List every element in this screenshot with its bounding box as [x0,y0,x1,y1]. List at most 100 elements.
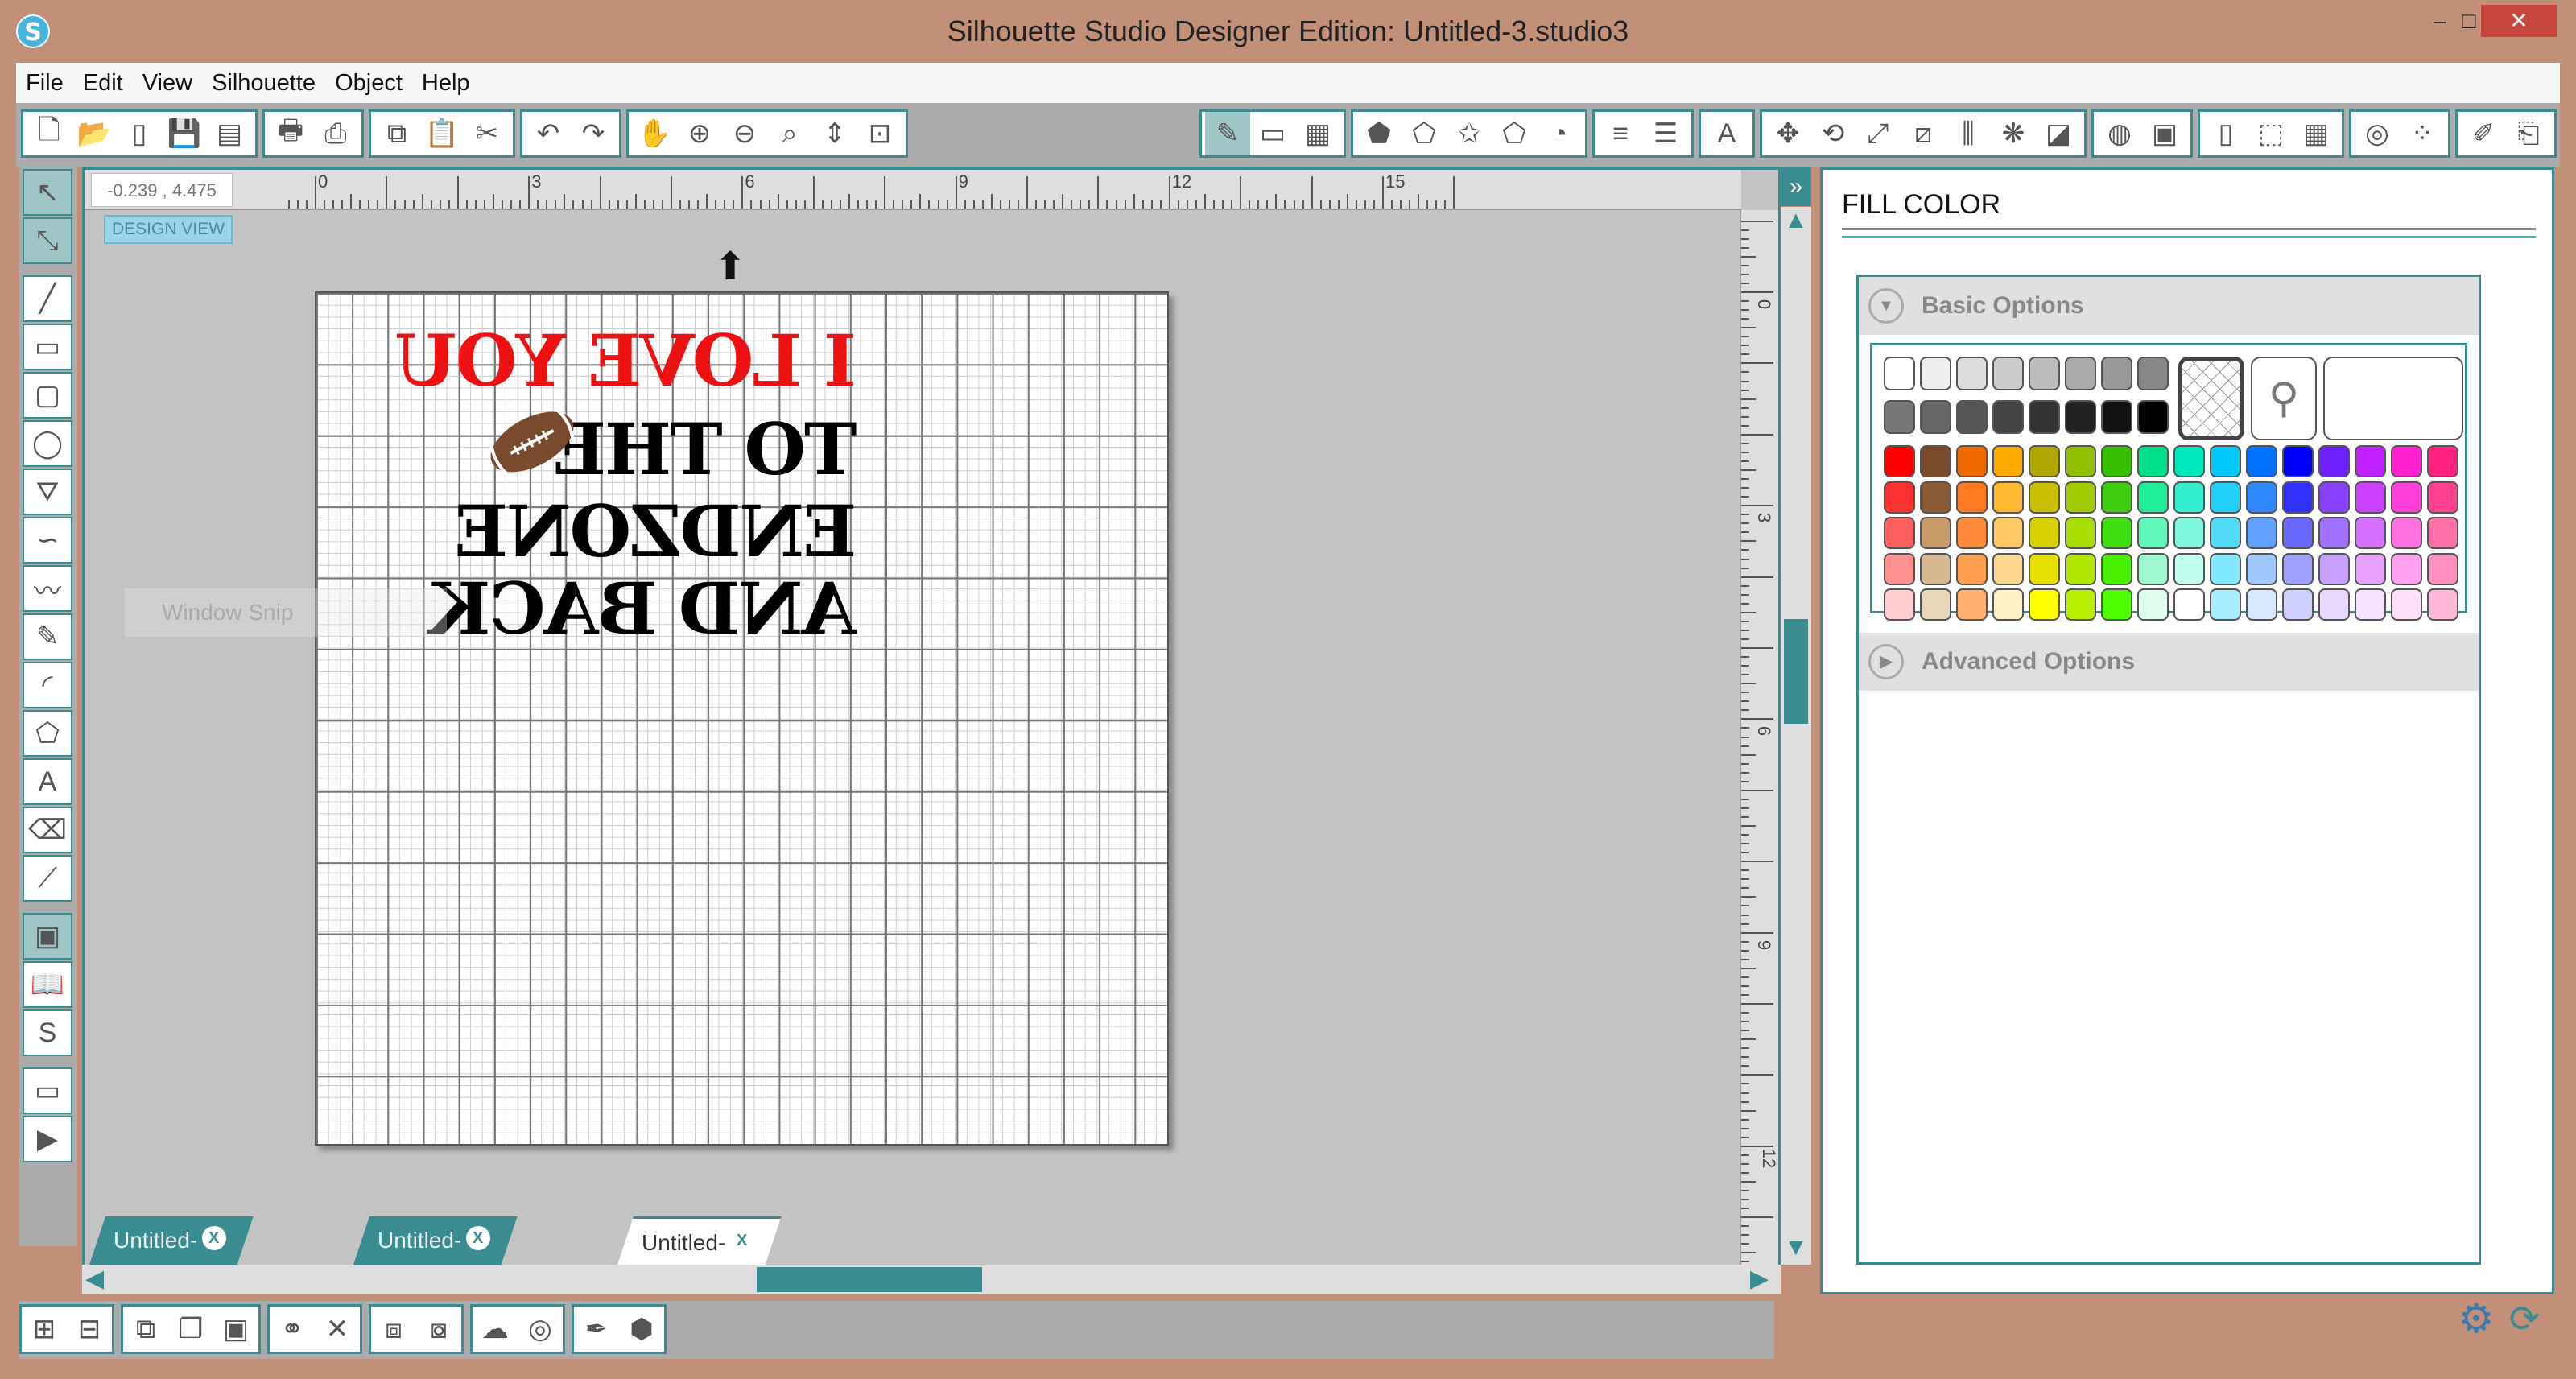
color-swatch[interactable] [2174,552,2205,585]
menu-file[interactable]: File [16,63,73,103]
grid-icon[interactable]: ▦ [2293,112,2339,155]
copy-icon[interactable]: ⧉ [374,112,419,155]
offset-icon[interactable]: ◍ [2097,112,2142,155]
zoom-in-icon[interactable]: ⊕ [677,112,722,155]
sketch-icon[interactable]: ◎ [2355,112,2400,155]
eyedropper-icon[interactable]: ⚲ [2251,357,2317,440]
color-swatch[interactable] [2174,445,2205,477]
color-swatch[interactable] [1992,552,2024,585]
gray-swatch[interactable] [2065,400,2096,434]
color-swatch[interactable] [2137,517,2169,549]
gray-swatch[interactable] [2065,357,2096,390]
color-swatch[interactable] [2355,445,2386,477]
design-text-line[interactable]: TO THE [554,407,857,491]
select-arrow-icon[interactable]: ↖ [23,169,72,216]
open-folder-icon[interactable]: 📂 [72,112,117,155]
color-swatch[interactable] [2391,588,2422,621]
basic-options-header[interactable]: ▼ Basic Options [1859,277,2479,335]
color-swatch[interactable] [1920,445,1951,477]
color-swatch[interactable] [1956,517,1988,549]
redo-icon[interactable]: ↷ [571,112,616,155]
color-swatch[interactable] [2318,552,2350,585]
color-swatch[interactable] [2355,481,2386,514]
color-swatch[interactable] [2246,517,2277,549]
save-icon[interactable]: 💾 [162,112,207,155]
delete-icon[interactable]: ✕ [315,1307,360,1351]
paste-icon[interactable]: 📋 [419,112,464,155]
send-to-cutter-icon[interactable]: ⎙ [313,112,358,155]
trace-icon[interactable]: ▣ [2142,112,2187,155]
registration-marks-icon[interactable]: ▦ [1295,112,1340,155]
color-swatch[interactable] [1956,588,1988,621]
sync-icon[interactable]: ⟳ [2502,1296,2547,1341]
color-swatch[interactable] [1920,588,1951,621]
color-swatch[interactable] [2391,481,2422,514]
library-view-icon[interactable]: ▣ [23,913,72,960]
replicate-icon[interactable]: ❋ [1991,112,2036,155]
online-store-icon[interactable]: S [23,1009,72,1056]
drag-zoom-icon[interactable]: ⇕ [812,112,857,155]
gray-swatch[interactable] [2137,357,2169,390]
color-swatch[interactable] [2210,552,2241,585]
new-file-icon[interactable]: 🗋 [27,112,72,155]
gray-swatch[interactable] [1956,357,1988,390]
offset-small-icon[interactable]: ☁ [473,1307,518,1351]
modify-icon[interactable]: ◪ [2036,112,2081,155]
color-swatch[interactable] [2427,588,2458,621]
save-to-library-icon[interactable]: ▤ [207,112,252,155]
color-swatch[interactable] [2137,552,2169,585]
rotate-icon[interactable]: ⟲ [1810,112,1856,155]
gray-swatch[interactable] [2029,400,2060,434]
weld-icon[interactable]: ⚭ [270,1307,315,1351]
menu-object[interactable]: Object [325,63,412,103]
color-swatch[interactable] [2174,481,2205,514]
color-swatch[interactable] [2065,445,2096,477]
color-swatch[interactable] [1884,588,1915,621]
color-swatch[interactable] [2318,588,2350,621]
close-button[interactable]: ✕ [2481,5,2557,37]
color-swatch[interactable] [2029,552,2060,585]
color-swatch[interactable] [2137,588,2169,621]
print-icon[interactable]: 🖶 [268,112,313,155]
group-icon[interactable]: ⊞ [22,1307,67,1351]
gray-swatch[interactable] [1992,400,2024,434]
gray-swatch[interactable] [1920,400,1951,434]
trace-small-icon[interactable]: ✒ [574,1307,619,1351]
no-fill-swatch[interactable] [2178,357,2244,440]
color-swatch[interactable] [2318,481,2350,514]
color-swatch[interactable] [2282,588,2314,621]
menu-edit[interactable]: Edit [73,63,133,103]
line-weight-icon[interactable]: ☰ [1643,112,1688,155]
color-swatch[interactable] [2318,445,2350,477]
knife-tool-icon[interactable]: ⟋ [23,855,72,902]
color-swatch[interactable] [1956,445,1988,477]
cut-settings-icon[interactable]: ▯ [2203,112,2248,155]
color-swatch[interactable] [1884,445,1915,477]
advanced-options-header[interactable]: ▶ Advanced Options [1859,633,2479,691]
horizontal-scroll-thumb[interactable] [757,1267,982,1292]
concentric-icon[interactable]: ◎ [518,1307,563,1351]
color-swatch[interactable] [2029,588,2060,621]
line-color-icon[interactable]: ⬠ [1402,112,1447,155]
color-swatch[interactable] [2246,445,2277,477]
rhinestone-icon[interactable]: ⁘ [2400,112,2445,155]
zoom-out-icon[interactable]: ⊖ [722,112,767,155]
menu-view[interactable]: View [133,63,202,103]
gray-swatch[interactable] [2101,400,2132,434]
curve-tool-icon[interactable]: ∽ [23,517,72,564]
tab-untitled-2-studio3[interactable]: Untitled-2.studio3X [353,1216,518,1265]
arc-tool-icon[interactable]: ◜ [23,662,72,708]
color-swatch[interactable] [2137,481,2169,514]
color-swatch[interactable] [2174,517,2205,549]
color-swatch[interactable] [2282,445,2314,477]
color-swatch[interactable] [2101,588,2132,621]
ellipse-tool-icon[interactable]: ◯ [23,420,72,467]
color-swatch[interactable] [2427,552,2458,585]
scroll-right-icon[interactable]: ▶ [1750,1265,1769,1293]
color-swatch[interactable] [2065,552,2096,585]
library-icon[interactable]: ▯ [117,112,162,155]
color-swatch[interactable] [2246,552,2277,585]
color-swatch[interactable] [2029,481,2060,514]
print-and-cut-icon[interactable]: ⬚ [2248,112,2293,155]
tab-close-button[interactable]: X [466,1226,490,1250]
